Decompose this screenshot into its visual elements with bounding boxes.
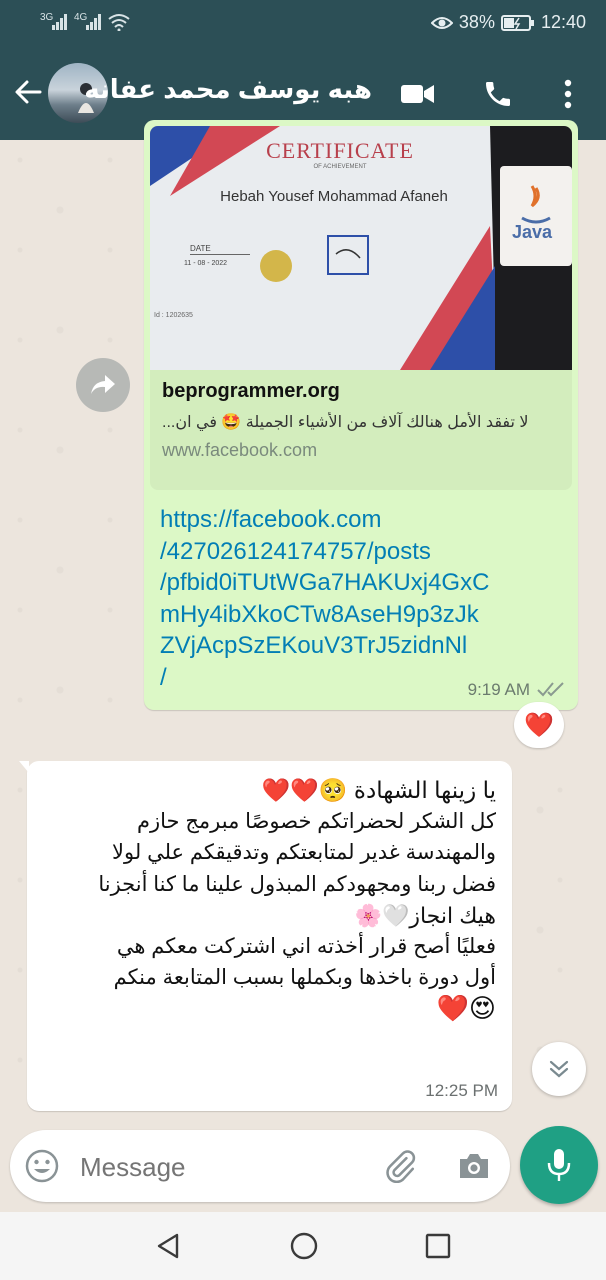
certificate-id: Id : 1202635 — [154, 312, 193, 319]
message-line: فعليًا أصح قرار أخذته اني اشتركت معكم هي — [116, 935, 496, 959]
nav-recents-button[interactable] — [416, 1226, 460, 1266]
status-bar: 3G 4G 38% 12:40 — [0, 0, 606, 46]
signal-strength-icon-2 — [86, 14, 101, 30]
forward-button[interactable] — [76, 358, 130, 412]
microphone-icon — [547, 1149, 571, 1181]
signal-strength-icon — [52, 14, 67, 30]
more-options-button[interactable] — [552, 74, 584, 114]
battery-percent: 38% — [458, 12, 495, 32]
wifi-icon — [108, 14, 130, 31]
message-line: هيك انجاز🤍🌸 — [354, 902, 496, 928]
attach-button[interactable] — [380, 1146, 420, 1186]
emoji-icon — [25, 1149, 59, 1183]
message-reaction[interactable]: ❤️ — [514, 702, 564, 748]
link-preview-title: beprogrammer.org — [162, 380, 340, 402]
nav-back-button[interactable] — [146, 1226, 190, 1266]
url-line[interactable]: ZVjAcpSzEKouV3TrJ5zidnNl — [160, 630, 489, 662]
phone-icon — [486, 82, 510, 106]
video-camera-icon — [401, 85, 434, 103]
certificate-name: Hebah Yousef Mohammad Afaneh — [220, 188, 448, 205]
link-preview-card[interactable]: CERTIFICATE OF ACHIEVEMENT Hebah Yousef … — [150, 126, 572, 490]
link-preview-image[interactable]: CERTIFICATE OF ACHIEVEMENT Hebah Yousef … — [150, 126, 572, 370]
url-line[interactable]: /pfbid0iTUtWGa7HAKUxj4GxC — [160, 567, 489, 599]
emoji-button[interactable] — [22, 1146, 62, 1186]
certificate-subtitle: OF ACHIEVEMENT — [313, 164, 367, 170]
link-preview-description: لا تفقد الأمل هنالك آلاف من الأشياء الجم… — [162, 414, 529, 431]
message-line: 😍❤️ — [436, 993, 496, 1024]
message-line: أول دورة باخذها وبكملها بسبب المتابعة من… — [113, 966, 496, 990]
voice-record-button[interactable] — [520, 1126, 598, 1204]
java-logo-text: Java — [512, 222, 553, 242]
contact-name[interactable]: هبه يوسف محمد عفانه — [84, 74, 372, 105]
certificate-title: CERTIFICATE — [266, 138, 414, 163]
camera-button[interactable] — [454, 1146, 494, 1186]
paperclip-icon — [386, 1150, 416, 1183]
circle-home-icon — [290, 1232, 318, 1260]
incoming-message-time: 12:25 PM — [425, 1081, 498, 1100]
more-vertical-icon — [564, 79, 572, 109]
message-time: 9:19 AM — [467, 680, 530, 699]
url-line[interactable]: / — [160, 662, 489, 694]
message-line: كل الشكر لحضراتكم خصوصًا مبرمج حازم — [137, 810, 496, 834]
forward-arrow-icon — [91, 375, 115, 394]
eye-icon — [430, 16, 453, 29]
message-line: والمهندسة غدير لمتابعتكم وتدقيقكم علي لو… — [112, 841, 496, 865]
composer-bar — [10, 1130, 510, 1202]
chat-area[interactable]: CERTIFICATE OF ACHIEVEMENT Hebah Yousef … — [0, 120, 606, 1212]
scroll-to-bottom-button[interactable] — [532, 1042, 586, 1096]
url-line[interactable]: /427026124174757/posts — [160, 536, 489, 568]
clock: 12:40 — [540, 12, 586, 32]
back-button[interactable] — [10, 74, 46, 110]
message-line: فضل ربنا ومجهودكم المبذول علينا ما كنا أ… — [98, 872, 496, 896]
url-line[interactable]: https://facebook.com — [160, 504, 489, 536]
incoming-message-text: يا زينها الشهادة 🥺❤️❤️ كل الشكر لحضراتكم… — [36, 775, 496, 1025]
double-check-icon — [537, 682, 564, 697]
incoming-message[interactable]: يا زينها الشهادة 🥺❤️❤️ كل الشكر لحضراتكم… — [19, 761, 512, 1111]
outgoing-message[interactable]: CERTIFICATE OF ACHIEVEMENT Hebah Yousef … — [144, 120, 578, 710]
voice-call-button[interactable] — [478, 74, 518, 114]
certificate-date: 11 - 08 - 2022 — [184, 260, 228, 267]
message-line: يا زينها الشهادة 🥺❤️❤️ — [261, 777, 496, 803]
triangle-back-icon — [157, 1233, 179, 1259]
nav-home-button[interactable] — [282, 1226, 326, 1266]
system-nav-bar — [0, 1212, 606, 1280]
message-input[interactable] — [78, 1146, 362, 1188]
video-call-button[interactable] — [396, 74, 440, 114]
certificate-date-label: DATE — [190, 244, 211, 253]
battery-icon — [500, 14, 534, 31]
camera-icon — [460, 1154, 488, 1178]
square-recents-icon — [425, 1233, 451, 1259]
arrow-left-icon — [15, 80, 42, 104]
double-chevron-down-icon — [549, 1060, 569, 1078]
message-link[interactable]: https://facebook.com /427026124174757/po… — [160, 504, 489, 693]
url-line[interactable]: mHy4ibXkoCTw8AseH9p3zJk — [160, 599, 489, 631]
link-preview-domain: www.facebook.com — [162, 440, 318, 460]
